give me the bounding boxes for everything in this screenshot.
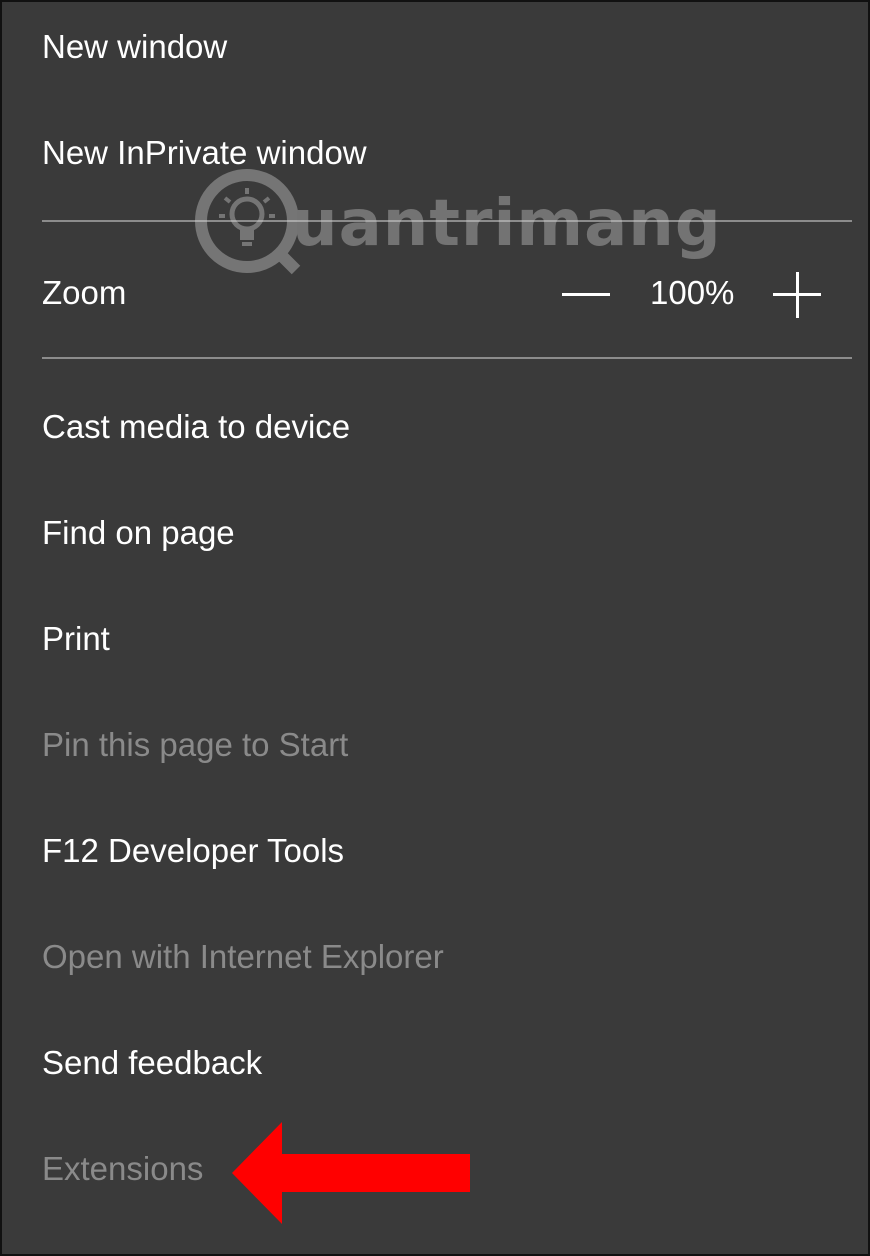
watermark-text: uantrimang xyxy=(292,187,722,261)
zoom-level: 100% xyxy=(650,274,735,311)
watermark: uantrimang xyxy=(192,162,732,282)
menu-item-send-feedback[interactable]: Send feedback xyxy=(42,1046,262,1079)
menu-item-developer-tools[interactable]: F12 Developer Tools xyxy=(42,834,344,867)
red-arrow-icon xyxy=(232,1122,470,1224)
menu-item-new-window[interactable]: New window xyxy=(42,30,227,63)
menu-item-open-with-ie: Open with Internet Explorer xyxy=(42,938,444,975)
menu-item-cast-media[interactable]: Cast media to device xyxy=(42,410,350,443)
menu-item-print[interactable]: Print xyxy=(42,622,110,655)
menu-item-find-on-page[interactable]: Find on page xyxy=(42,516,235,549)
zoom-in-button[interactable] xyxy=(770,270,824,320)
zoom-row: Zoom 100% xyxy=(2,266,868,322)
browser-more-menu: New window New InPrivate window Zoom 100… xyxy=(0,0,870,1256)
zoom-out-button[interactable] xyxy=(560,272,612,316)
menu-item-new-inprivate-window[interactable]: New InPrivate window xyxy=(42,136,367,169)
menu-item-extensions: Extensions xyxy=(42,1150,204,1187)
minus-icon xyxy=(562,293,610,296)
zoom-label: Zoom xyxy=(42,274,127,311)
menu-item-pin-to-start: Pin this page to Start xyxy=(42,726,349,763)
menu-divider xyxy=(42,357,852,359)
menu-divider xyxy=(42,220,852,222)
